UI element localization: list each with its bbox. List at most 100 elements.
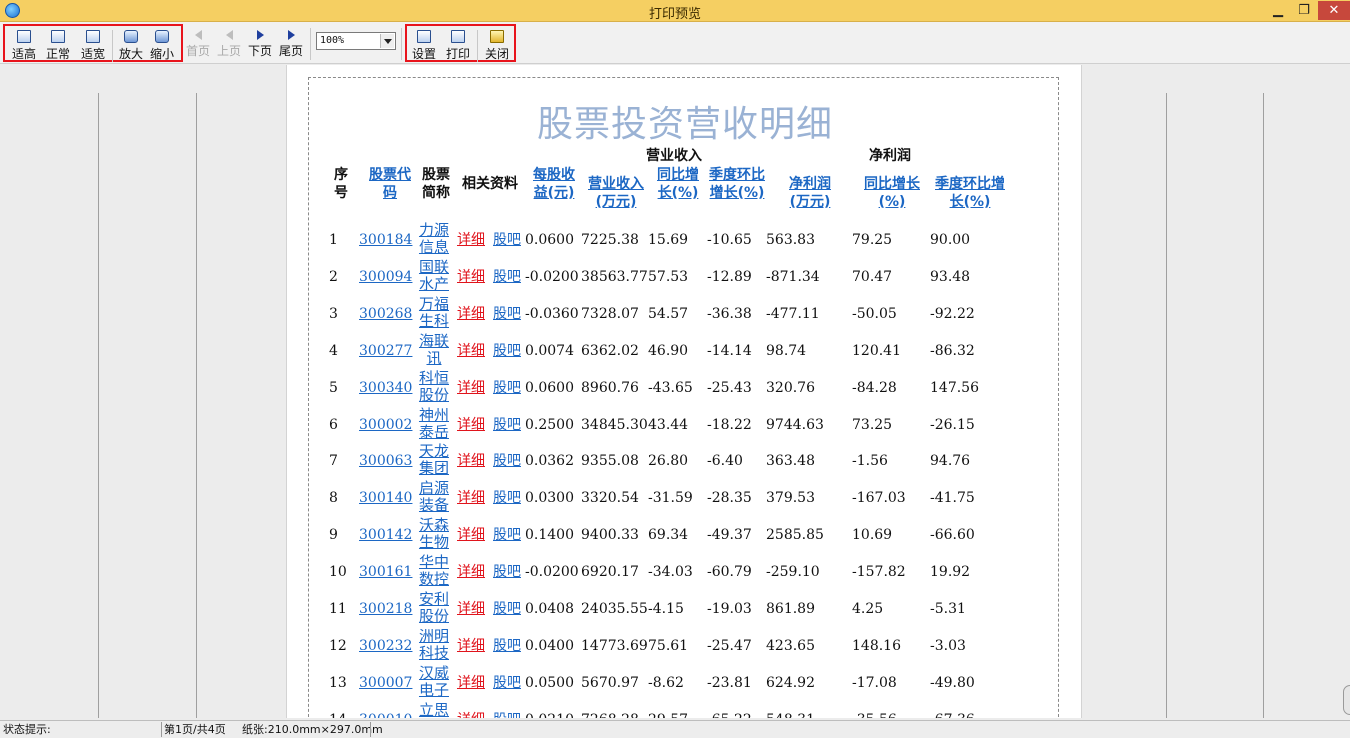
fit-width-button[interactable]: 适宽 xyxy=(77,28,109,61)
side-scroll-handle[interactable] xyxy=(1343,685,1350,715)
forum-link[interactable]: 股吧 xyxy=(493,342,521,360)
col-header-eps[interactable]: 每股收益(元) xyxy=(527,166,581,202)
stock-name-link[interactable]: 洲明科技 xyxy=(417,627,451,662)
detail-link[interactable]: 详细 xyxy=(457,637,485,655)
col-header-profit-yoy[interactable]: 同比增长(%) xyxy=(857,175,927,211)
detail-link[interactable]: 详细 xyxy=(457,489,485,507)
chevron-down-icon[interactable] xyxy=(380,34,394,48)
settings-button[interactable]: 设置 xyxy=(408,28,440,61)
forum-link[interactable]: 股吧 xyxy=(493,379,521,397)
detail-link[interactable]: 详细 xyxy=(457,231,485,249)
detail-link[interactable]: 详细 xyxy=(457,526,485,544)
stock-name-link[interactable]: 力源信息 xyxy=(417,222,451,256)
last-page-button[interactable]: 尾页 xyxy=(275,26,307,58)
stock-name-link[interactable]: 汉威电子 xyxy=(417,664,451,699)
revenue-cell: 7328.07 xyxy=(581,305,639,322)
stock-code-link[interactable]: 300007 xyxy=(359,674,412,692)
revenue-cell: 9400.33 xyxy=(581,527,639,544)
zoom-out-button[interactable]: 缩小 xyxy=(146,28,178,61)
stock-code-link[interactable]: 300232 xyxy=(359,637,412,655)
detail-link[interactable]: 详细 xyxy=(457,416,485,434)
forum-link[interactable]: 股吧 xyxy=(493,674,521,692)
stock-name-link[interactable]: 海联讯 xyxy=(417,332,451,367)
view-mode-group: 适高 正常 适宽 放大 缩小 xyxy=(3,24,183,62)
col-header-profit-qoq[interactable]: 季度环比增长(%) xyxy=(935,175,1005,211)
stock-code-link[interactable]: 300140 xyxy=(359,489,412,507)
stock-code-link[interactable]: 300218 xyxy=(359,600,412,618)
detail-link[interactable]: 详细 xyxy=(457,342,485,360)
forum-link[interactable]: 股吧 xyxy=(493,489,521,507)
forum-link[interactable]: 股吧 xyxy=(493,563,521,581)
forum-link[interactable]: 股吧 xyxy=(493,231,521,249)
col-header-rev-yoy[interactable]: 同比增长(%) xyxy=(652,166,704,202)
stock-name-link[interactable]: 万福生科 xyxy=(417,295,451,330)
rev-qoq-cell: -36.38 xyxy=(707,305,752,322)
last-page-icon xyxy=(287,30,295,40)
group-header-profit: 净利润 xyxy=(869,148,911,164)
detail-link[interactable]: 详细 xyxy=(457,268,485,286)
stock-code-link[interactable]: 300340 xyxy=(359,379,412,397)
stock-name-link[interactable]: 启源装备 xyxy=(417,480,451,514)
profit-qoq-cell: -3.03 xyxy=(930,637,966,654)
preview-area[interactable]: 股票投资营收明细 营业收入 净利润 序号 股票代码 股票简称 相关资料 每股收益… xyxy=(0,65,1350,718)
detail-link[interactable]: 详细 xyxy=(457,600,485,618)
detail-link[interactable]: 详细 xyxy=(457,563,485,581)
detail-link[interactable]: 详细 xyxy=(457,452,485,470)
col-header-revenue[interactable]: 营业收入(万元) xyxy=(583,175,649,211)
minimize-button[interactable]: ▁ xyxy=(1268,1,1288,20)
detail-link[interactable]: 详细 xyxy=(457,674,485,692)
stock-code-link[interactable]: 300161 xyxy=(359,563,412,581)
print-button[interactable]: 打印 xyxy=(442,28,474,61)
rev-qoq-cell: -6.40 xyxy=(707,453,743,470)
profit-cell: -871.34 xyxy=(766,268,820,285)
col-header-profit[interactable]: 净利润(万元) xyxy=(782,175,838,211)
zoom-select[interactable]: 100% xyxy=(316,32,396,50)
col-header-code[interactable]: 股票代码 xyxy=(364,166,416,202)
stock-code-link[interactable]: 300268 xyxy=(359,305,412,323)
col-header-name: 股票简称 xyxy=(422,167,450,201)
stock-name-link[interactable]: 沃森生物 xyxy=(417,517,451,551)
eps-cell: 0.0210 xyxy=(525,711,574,718)
close-window-button[interactable]: ✕ xyxy=(1318,1,1350,20)
stock-name-link[interactable]: 科恒股份 xyxy=(417,369,451,404)
forum-link[interactable]: 股吧 xyxy=(493,268,521,286)
detail-link[interactable]: 详细 xyxy=(457,711,485,718)
stock-code-link[interactable]: 300184 xyxy=(359,231,412,249)
detail-link[interactable]: 详细 xyxy=(457,379,485,397)
prev-page-button[interactable]: 上页 xyxy=(213,26,245,58)
rev-qoq-cell: -23.81 xyxy=(707,674,752,691)
stock-name-link[interactable]: 神州泰岳 xyxy=(417,406,451,441)
stock-code-link[interactable]: 300142 xyxy=(359,526,412,544)
forum-link[interactable]: 股吧 xyxy=(493,526,521,544)
rev-yoy-cell: 43.44 xyxy=(648,416,689,433)
stock-code-link[interactable]: 300277 xyxy=(359,342,412,360)
zoom-in-button[interactable]: 放大 xyxy=(115,28,147,61)
forum-link[interactable]: 股吧 xyxy=(493,416,521,434)
forum-link[interactable]: 股吧 xyxy=(493,600,521,618)
forum-link[interactable]: 股吧 xyxy=(493,637,521,655)
forum-link[interactable]: 股吧 xyxy=(493,452,521,470)
normal-size-button[interactable]: 正常 xyxy=(42,28,74,61)
detail-link[interactable]: 详细 xyxy=(457,305,485,323)
stock-code-link[interactable]: 300010 xyxy=(359,711,412,718)
stock-name-link[interactable]: 立思辰 xyxy=(417,701,451,718)
close-preview-button[interactable]: 关闭 xyxy=(481,28,513,61)
stock-name-link[interactable]: 天龙集团 xyxy=(417,443,451,477)
rev-yoy-cell: 54.57 xyxy=(648,305,689,322)
fit-height-button[interactable]: 适高 xyxy=(8,28,40,61)
eps-cell: 0.0362 xyxy=(525,453,574,470)
next-page-button[interactable]: 下页 xyxy=(244,26,276,58)
col-header-rev-qoq[interactable]: 季度环比增长(%) xyxy=(706,166,768,202)
rev-qoq-cell: -10.65 xyxy=(707,232,752,248)
revenue-cell: 7268.28 xyxy=(581,711,639,718)
stock-name-link[interactable]: 华中数控 xyxy=(417,554,451,588)
first-page-button[interactable]: 首页 xyxy=(182,26,214,58)
forum-link[interactable]: 股吧 xyxy=(493,711,521,718)
stock-code-link[interactable]: 300094 xyxy=(359,268,412,286)
stock-code-link[interactable]: 300002 xyxy=(359,416,412,434)
forum-link[interactable]: 股吧 xyxy=(493,305,521,323)
restore-button[interactable]: ❐ xyxy=(1294,1,1314,20)
stock-name-link[interactable]: 国联水产 xyxy=(417,258,451,293)
stock-name-link[interactable]: 安利股份 xyxy=(417,591,451,625)
stock-code-link[interactable]: 300063 xyxy=(359,452,412,470)
